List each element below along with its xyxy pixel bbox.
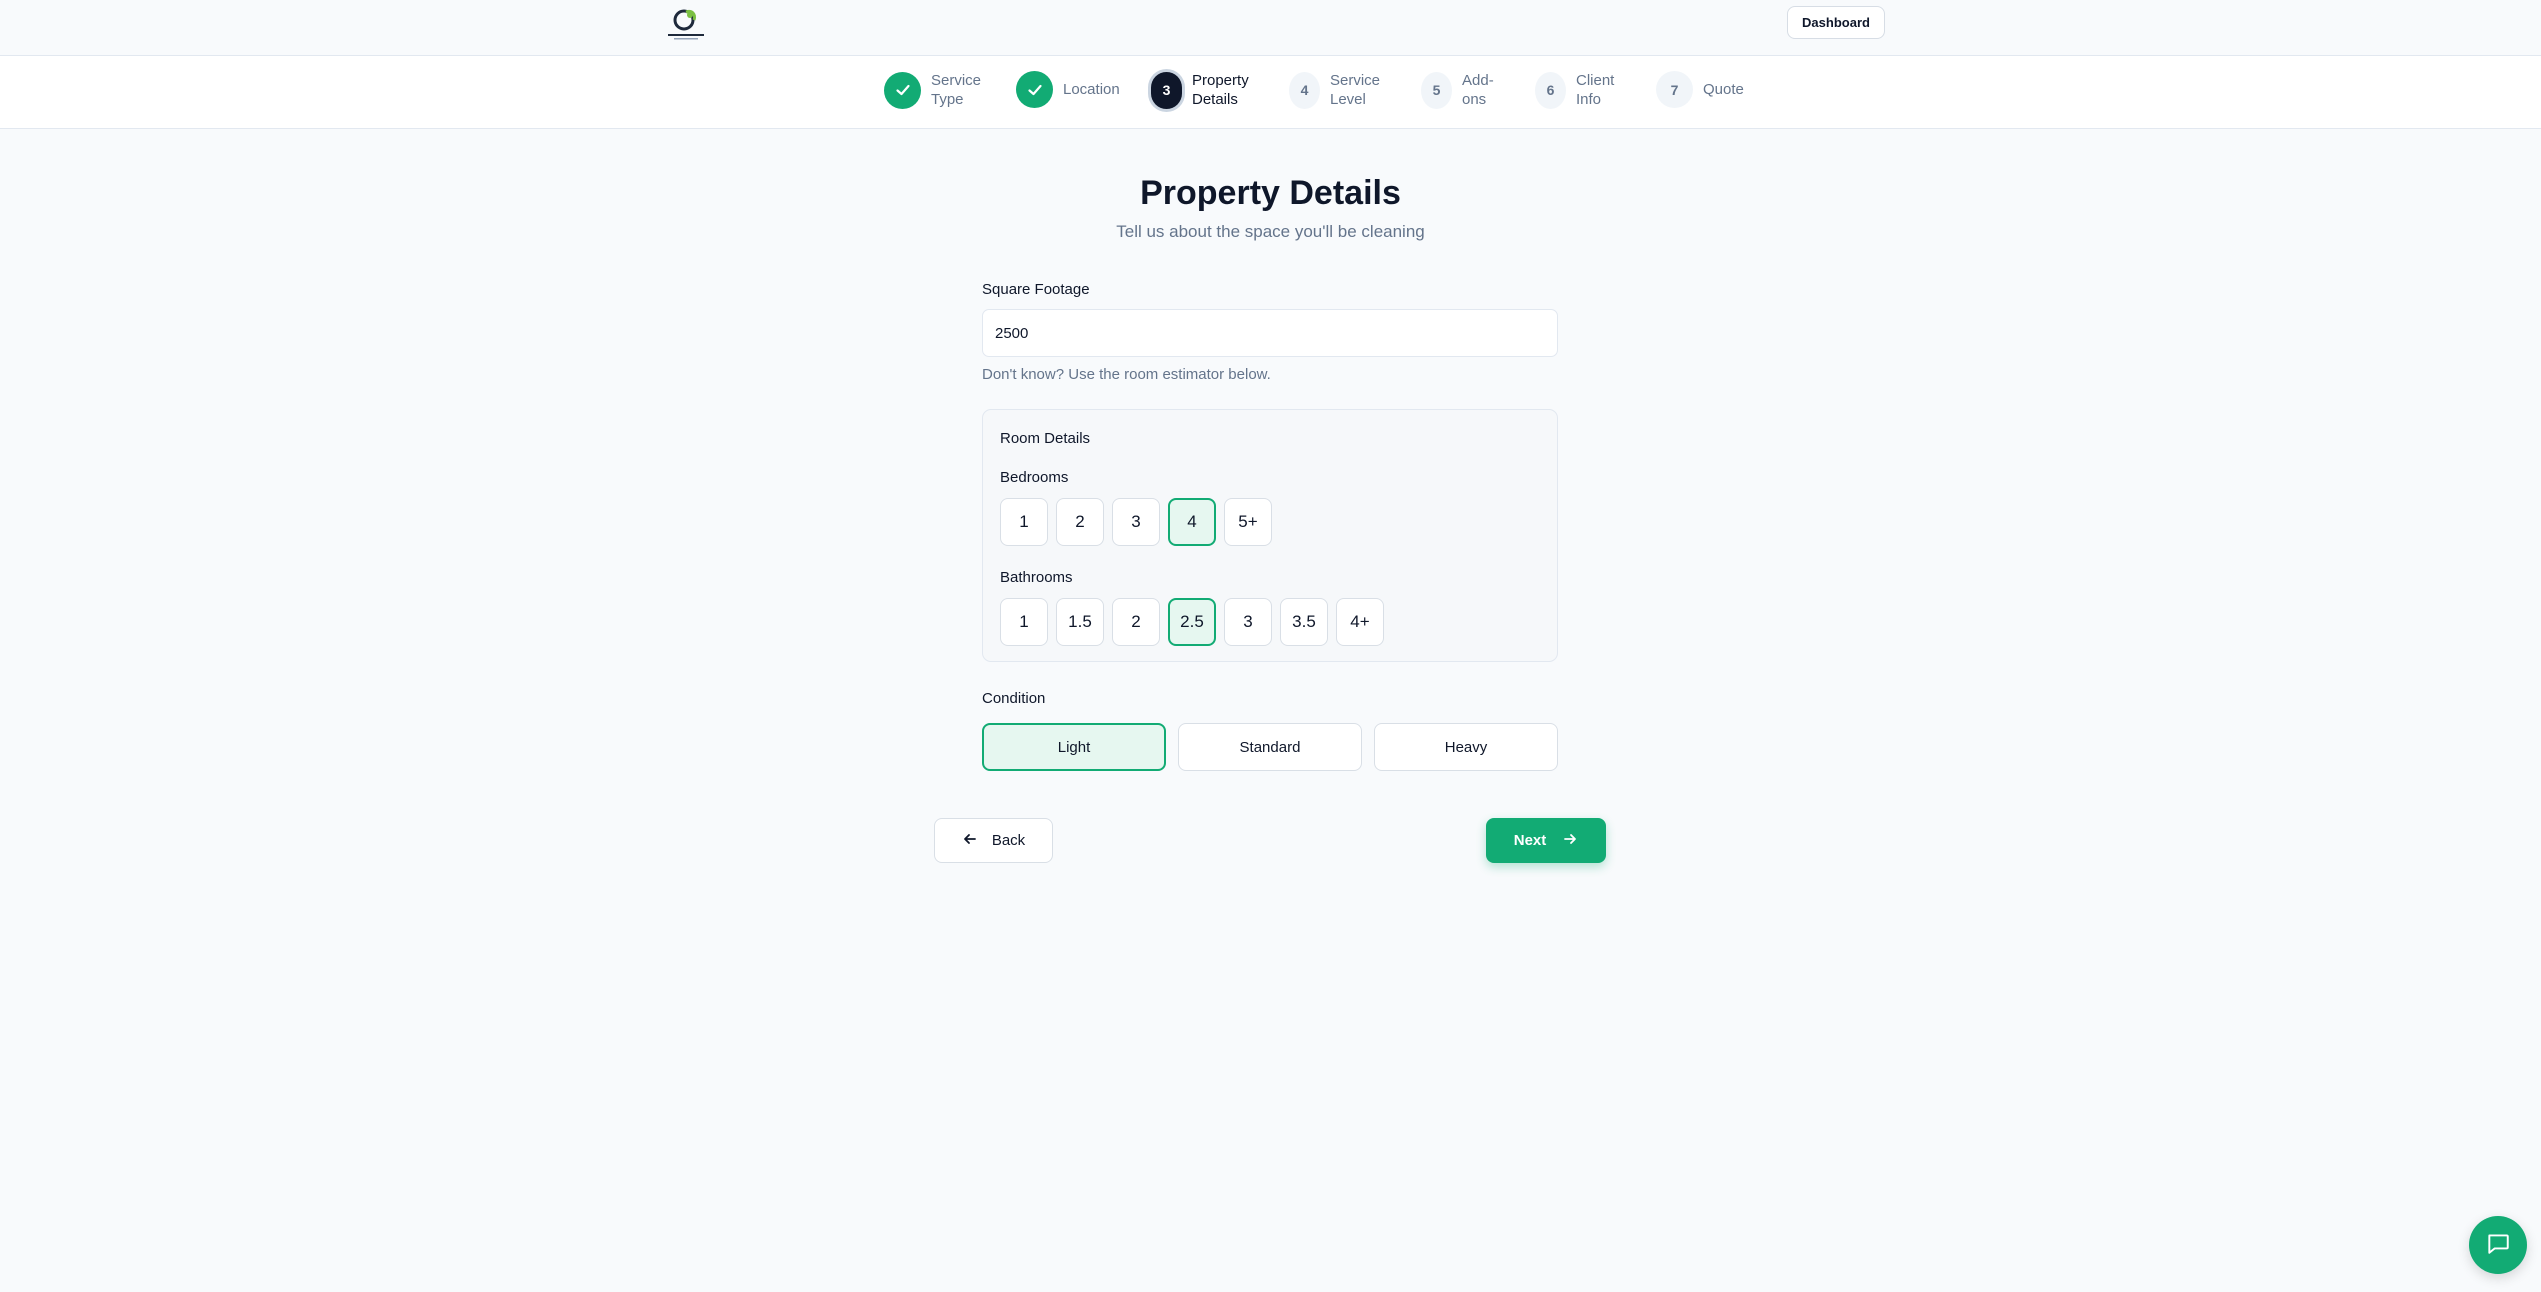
- condition-options: Light Standard Heavy: [982, 723, 1558, 771]
- step-number: 7: [1656, 71, 1693, 108]
- check-icon: [884, 71, 921, 109]
- page-subtitle: Tell us about the space you'll be cleani…: [1116, 222, 1425, 241]
- step-label: Service Level: [1330, 72, 1381, 108]
- next-button-label: Next: [1513, 832, 1547, 849]
- company-logo[interactable]: [664, 6, 708, 42]
- bathrooms-label: Bathrooms: [1000, 569, 1073, 586]
- step-label: Property Details: [1192, 72, 1249, 108]
- bathroom-option[interactable]: 4+: [1336, 598, 1384, 646]
- top-bar: Dashboard: [0, 0, 2541, 56]
- step-label: Location: [1063, 81, 1120, 98]
- step-client-info[interactable]: 6 Client Info: [1535, 71, 1614, 109]
- bathroom-option[interactable]: 3.5: [1280, 598, 1328, 646]
- arrow-right-icon: [1562, 831, 1578, 851]
- step-location[interactable]: Location: [1016, 71, 1120, 108]
- step-add-ons[interactable]: 5 Add-ons: [1421, 71, 1494, 109]
- step-number: 4: [1289, 71, 1320, 109]
- bedrooms-label: Bedrooms: [1000, 469, 1069, 486]
- bathrooms-options: 1 1.5 2 2.5 3 3.5 4+: [1000, 598, 1384, 646]
- back-button-label: Back: [991, 832, 1026, 849]
- bedroom-option[interactable]: 1: [1000, 498, 1048, 546]
- square-footage-hint: Don't know? Use the room estimator below…: [982, 366, 1271, 383]
- condition-label: Condition: [982, 690, 1046, 707]
- arrow-left-icon: [962, 831, 978, 851]
- check-icon: [1016, 71, 1053, 108]
- room-details-title: Room Details: [1000, 430, 1091, 447]
- bedroom-option[interactable]: 2: [1056, 498, 1104, 546]
- bathroom-option[interactable]: 1: [1000, 598, 1048, 646]
- square-footage-label: Square Footage: [982, 281, 1090, 298]
- step-number: 6: [1535, 71, 1566, 109]
- condition-heavy-button[interactable]: Heavy: [1374, 723, 1558, 771]
- chat-button[interactable]: [2469, 1216, 2527, 1274]
- step-service-level[interactable]: 4 Service Level: [1289, 71, 1380, 109]
- chat-icon: [2485, 1230, 2511, 1261]
- room-details-panel: Room Details Bedrooms 1 2 3 4 5+ Bathroo…: [982, 409, 1558, 662]
- step-property-details[interactable]: 3 Property Details: [1151, 71, 1249, 109]
- step-quote[interactable]: 7 Quote: [1656, 71, 1744, 108]
- condition-light-button[interactable]: Light: [982, 723, 1166, 771]
- step-label: Client Info: [1576, 72, 1615, 108]
- step-number: 5: [1421, 71, 1452, 109]
- progress-stepper: Service Type Location 3 Property Details 4…: [0, 56, 2541, 129]
- bathroom-option[interactable]: 3: [1224, 598, 1272, 646]
- dashboard-button[interactable]: Dashboard: [1787, 6, 1885, 39]
- bedrooms-options: 1 2 3 4 5+: [1000, 498, 1272, 546]
- condition-standard-button[interactable]: Standard: [1178, 723, 1362, 771]
- back-button[interactable]: Back: [934, 818, 1053, 863]
- next-button[interactable]: Next: [1486, 818, 1606, 863]
- step-label: Service Type: [931, 72, 982, 108]
- bedroom-option[interactable]: 5+: [1224, 498, 1272, 546]
- step-service-type[interactable]: Service Type: [884, 71, 981, 109]
- step-label: Add-ons: [1462, 72, 1494, 108]
- bathroom-option-selected[interactable]: 2.5: [1168, 598, 1216, 646]
- bathroom-option[interactable]: 1.5: [1056, 598, 1104, 646]
- bedroom-option[interactable]: 3: [1112, 498, 1160, 546]
- step-number: 3: [1151, 71, 1182, 109]
- bathroom-option[interactable]: 2: [1112, 598, 1160, 646]
- page-title: Property Details: [1140, 174, 1401, 212]
- bedroom-option-selected[interactable]: 4: [1168, 498, 1216, 546]
- square-footage-input[interactable]: [982, 309, 1558, 357]
- step-label: Quote: [1703, 81, 1744, 98]
